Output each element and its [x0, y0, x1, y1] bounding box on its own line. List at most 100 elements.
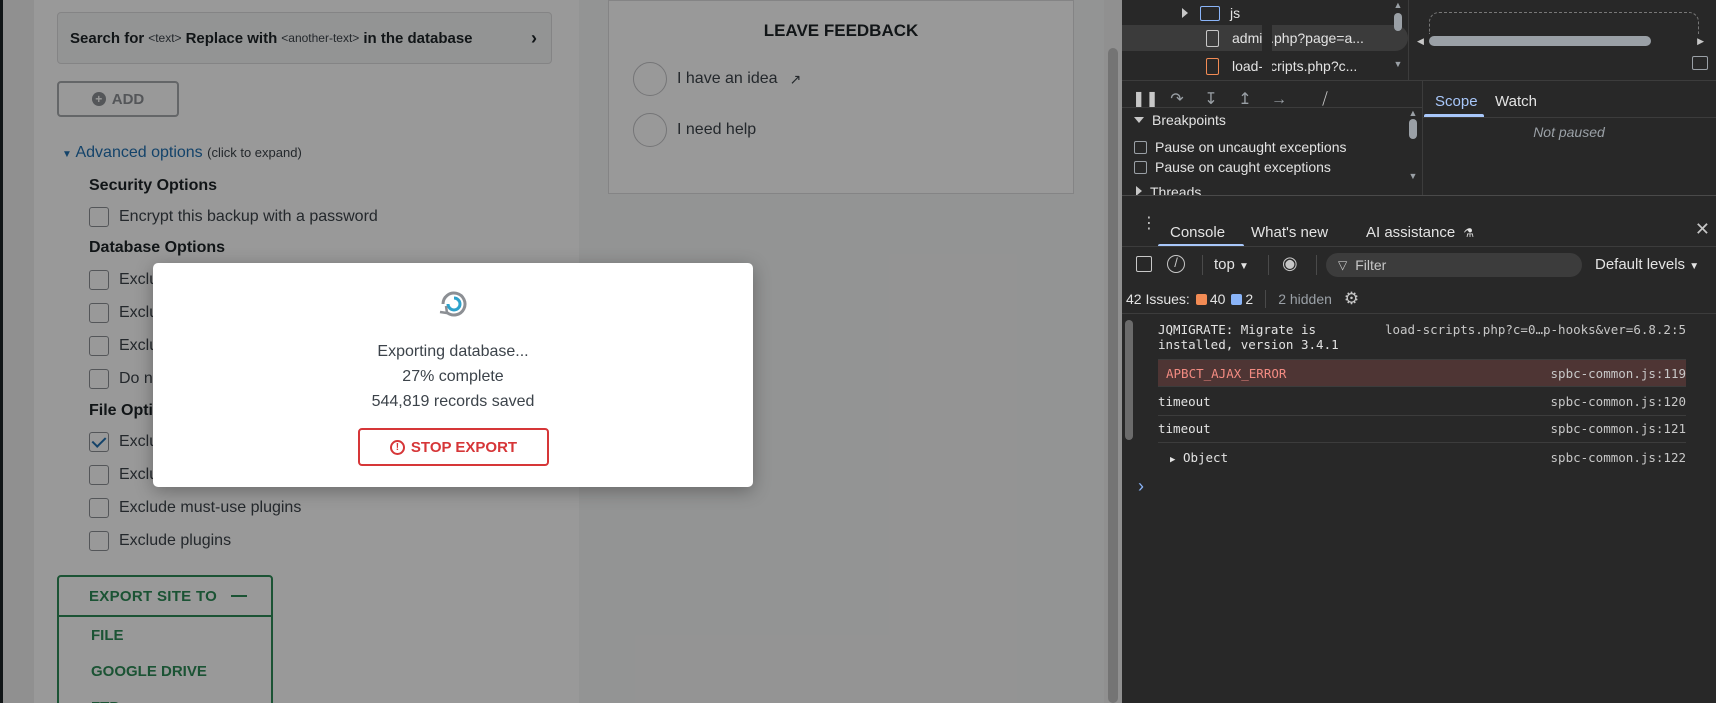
log-levels-selector[interactable]: Default levels ▼	[1595, 256, 1699, 273]
export-progress: 27% complete	[402, 368, 504, 385]
tree-scroll	[1262, 0, 1272, 80]
more-tabs-icon[interactable]: ⋮	[1141, 216, 1157, 232]
caret-down-icon	[1134, 117, 1144, 123]
divider	[1422, 117, 1716, 118]
divider	[1122, 80, 1716, 81]
clear-console-icon[interactable]: /	[1167, 255, 1185, 273]
breakpoints-section[interactable]: Breakpoints	[1134, 112, 1226, 128]
tab-whats-new[interactable]: What's new	[1251, 224, 1328, 241]
horizontal-scroll-thumb[interactable]	[1429, 36, 1651, 46]
console-text: timeout	[1158, 394, 1211, 409]
tab-scope[interactable]: Scope	[1435, 93, 1478, 110]
console-text: Object	[1182, 450, 1229, 465]
scroll-left-icon[interactable]: ◀	[1417, 36, 1424, 47]
divider	[1316, 255, 1317, 275]
levels-label: Default levels	[1595, 256, 1686, 273]
info-issues[interactable]: 2	[1231, 291, 1253, 307]
tab-console[interactable]: Console	[1170, 224, 1225, 241]
error-count: 40	[1209, 291, 1226, 307]
filter-input[interactable]: ▽ Filter	[1326, 253, 1582, 277]
filter-icon: ▽	[1338, 258, 1348, 272]
divider	[1158, 386, 1686, 387]
sidebar-toggle-icon[interactable]	[1136, 256, 1152, 272]
console-message: timeout spbc-common.js:121	[1158, 421, 1686, 436]
error-issue-icon	[1195, 293, 1207, 305]
pause-caught-option[interactable]: Pause on caught exceptions	[1134, 159, 1331, 175]
tree-scrollbar[interactable]: ▲ ▼	[1388, 0, 1408, 80]
pause-uncaught-checkbox[interactable]	[1134, 140, 1147, 154]
info-count: 2	[1245, 291, 1254, 307]
console-scrollbar[interactable]	[1122, 314, 1136, 703]
divider	[1122, 313, 1716, 314]
tree-label: load-scripts.php?c...	[1232, 58, 1358, 74]
console-source[interactable]: spbc-common.js:119	[1551, 366, 1686, 381]
tab-watch[interactable]: Watch	[1495, 93, 1537, 110]
export-progress-modal: Exporting database... 27% complete 544,8…	[153, 263, 753, 487]
console-text: APBCT_AJAX_ERROR	[1166, 366, 1287, 381]
console-message: JQMIGRATE: Migrate is installed, version…	[1158, 322, 1686, 352]
tree-scroll-thumb[interactable]	[1394, 13, 1402, 31]
console-source[interactable]: spbc-common.js:121	[1551, 421, 1686, 436]
console-text-cont: installed, version 3.4.1	[1158, 337, 1339, 352]
breakpoints-heading: Breakpoints	[1152, 112, 1226, 128]
pause-caught-label: Pause on caught exceptions	[1155, 159, 1331, 175]
eye-icon[interactable]: ◉	[1282, 253, 1298, 274]
tab-ai-assistance[interactable]: AI assistance ⚗	[1366, 224, 1474, 241]
breakpoints-scroll-thumb[interactable]	[1409, 119, 1417, 139]
preview-box	[1429, 12, 1699, 34]
context-selector[interactable]: top ▼	[1214, 256, 1249, 273]
divider	[1265, 290, 1267, 308]
folder-icon	[1200, 5, 1220, 21]
scroll-down-icon: ▼	[1408, 171, 1418, 181]
error-issues[interactable]: 40	[1195, 291, 1226, 307]
console-text: timeout	[1158, 421, 1211, 436]
settings-gear-icon[interactable]: ⚙	[1344, 289, 1359, 309]
console-scroll-thumb[interactable]	[1125, 320, 1133, 440]
export-records: 544,819 records saved	[371, 393, 535, 410]
wordpress-page: Search for <text> Replace with <another-…	[0, 0, 1122, 703]
divider	[1158, 415, 1686, 416]
scroll-down-icon: ▼	[1393, 59, 1403, 69]
filter-placeholder: Filter	[1355, 257, 1387, 273]
stop-export-button[interactable]: ! STOP EXPORT	[358, 428, 549, 466]
console-source[interactable]: load-scripts.php?c=0…p-hooks&ver=6.8.2:5	[1385, 322, 1686, 337]
stop-export-label: STOP EXPORT	[410, 438, 518, 456]
not-paused-text: Not paused	[1533, 124, 1605, 140]
caret-right-icon: ▶	[1170, 455, 1176, 465]
console-source[interactable]: spbc-common.js:122	[1551, 450, 1686, 465]
console-prompt-icon[interactable]: ›	[1138, 476, 1144, 497]
divider	[1122, 107, 1422, 108]
source-preview: ◀ ▶	[1408, 0, 1716, 80]
pause-uncaught-label: Pause on uncaught exceptions	[1155, 139, 1347, 155]
file-icon	[1206, 57, 1219, 75]
flask-icon: ⚗	[1463, 226, 1475, 240]
issues-bar[interactable]: 42 Issues: 40 2 2 hidden ⚙	[1126, 289, 1359, 309]
dropdown-icon: ▼	[1689, 261, 1700, 272]
dropdown-icon: ▼	[1239, 261, 1249, 272]
issues-label: 42 Issues:	[1126, 291, 1190, 307]
pause-uncaught-option[interactable]: Pause on uncaught exceptions	[1134, 139, 1346, 155]
tree-label: admin.php?page=a...	[1232, 30, 1364, 46]
console-source[interactable]: spbc-common.js:120	[1551, 394, 1686, 409]
pause-caught-checkbox[interactable]	[1134, 160, 1147, 174]
export-status: Exporting database...	[377, 343, 529, 360]
file-icon	[1206, 29, 1219, 47]
hidden-count: 2 hidden	[1278, 291, 1332, 307]
scroll-up-icon: ▲	[1408, 108, 1418, 118]
close-drawer-icon[interactable]: ✕	[1695, 219, 1710, 240]
tree-label: js	[1230, 5, 1241, 21]
refresh-icon	[439, 291, 467, 317]
context-label: top	[1214, 256, 1235, 273]
scroll-right-icon[interactable]: ▶	[1697, 36, 1704, 47]
divider	[1268, 255, 1269, 275]
toggle-panel-icon[interactable]	[1692, 56, 1708, 70]
ai-tab-label: AI assistance	[1366, 224, 1456, 241]
breakpoints-scrollbar[interactable]: ▲ ▼	[1406, 108, 1420, 194]
info-issue-icon	[1231, 293, 1243, 305]
console-object-message[interactable]: ▶ Object spbc-common.js:122	[1158, 450, 1686, 465]
divider	[1122, 246, 1716, 247]
alert-icon: !	[389, 439, 405, 455]
caret-right-icon	[1182, 8, 1188, 18]
divider	[1158, 442, 1686, 443]
console-error-message: APBCT_AJAX_ERROR spbc-common.js:119	[1158, 366, 1686, 381]
